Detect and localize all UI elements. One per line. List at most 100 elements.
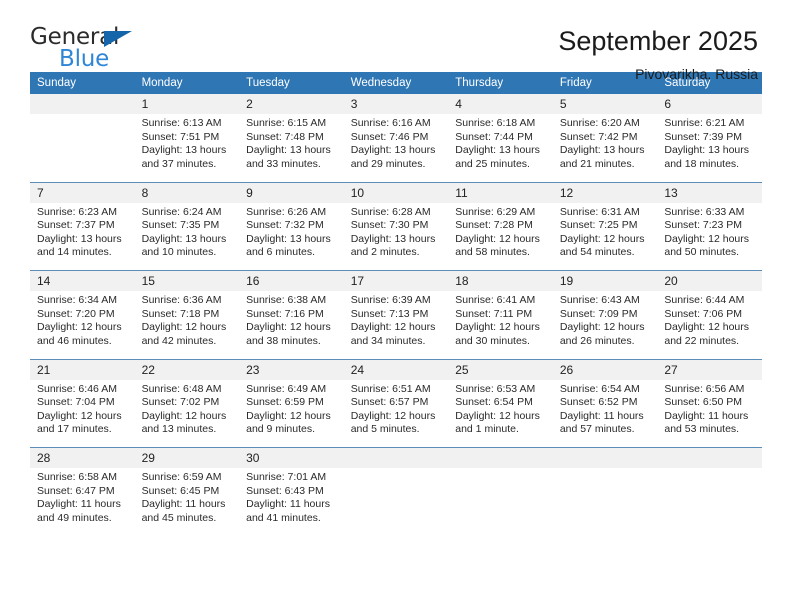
day-cell-30[interactable]: Sunrise: 7:01 AM Sunset: 6:43 PM Daylight:… bbox=[239, 468, 344, 536]
day-number-21[interactable]: 21 bbox=[30, 358, 135, 380]
day-number-7[interactable]: 7 bbox=[30, 181, 135, 203]
day-sunrise-line: Sunrise: 6:16 AM bbox=[350, 117, 431, 129]
day-sunrise-line: Sunrise: 6:36 AM bbox=[141, 294, 222, 306]
day-daylight-line: Daylight: 12 hours bbox=[664, 232, 750, 245]
day-number-25[interactable]: 25 bbox=[448, 358, 553, 380]
day-cell-2[interactable]: Sunrise: 6:15 AM Sunset: 7:48 PM Daylight:… bbox=[239, 114, 344, 182]
day-number-14[interactable]: 14 bbox=[30, 270, 135, 291]
day-cell-4[interactable]: Sunrise: 6:18 AM Sunset: 7:44 PM Daylight:… bbox=[448, 114, 553, 182]
day-cell-12[interactable]: Sunrise: 6:31 AM Sunset: 7:25 PM Daylight:… bbox=[552, 202, 658, 271]
day-sunset-line: Sunset: 7:16 PM bbox=[246, 307, 324, 320]
day-cell-24[interactable]: Sunrise: 6:51 AM Sunset: 6:57 PM Daylight:… bbox=[343, 379, 449, 448]
day-cell-20[interactable]: Sunrise: 6:44 AM Sunset: 7:06 PM Daylight:… bbox=[657, 291, 762, 359]
week-daynumber-row: 14 15 16 17 18 19 20 bbox=[30, 270, 762, 291]
day-cell-18[interactable]: Sunrise: 6:41 AM Sunset: 7:11 PM Daylight:… bbox=[448, 291, 553, 359]
day-number-24[interactable]: 24 bbox=[343, 358, 449, 380]
day-cell-10[interactable]: Sunrise: 6:28 AM Sunset: 7:30 PM Daylight:… bbox=[343, 202, 449, 271]
day-number-2[interactable]: 2 bbox=[239, 94, 344, 114]
day-sunrise-line: Sunrise: 6:24 AM bbox=[141, 205, 222, 218]
logo-text-blue: Blue bbox=[59, 46, 110, 72]
day-sunset-line: Sunset: 6:50 PM bbox=[664, 396, 743, 408]
day-sunrise-line: Sunrise: 6:23 AM bbox=[37, 205, 117, 218]
day-daylight-line: Daylight: 11 hours bbox=[246, 498, 330, 510]
day-number-5[interactable]: 5 bbox=[552, 94, 658, 114]
day-cell-27[interactable]: Sunrise: 6:56 AM Sunset: 6:50 PM Daylight:… bbox=[657, 379, 762, 448]
general-blue-logo[interactable]: General Blue bbox=[30, 26, 142, 74]
day-sunset-line: Sunset: 7:32 PM bbox=[246, 219, 324, 231]
day-cell-25[interactable]: Sunrise: 6:53 AM Sunset: 6:54 PM Daylight:… bbox=[448, 379, 553, 448]
day-number-17[interactable]: 17 bbox=[343, 270, 449, 291]
day-number-9[interactable]: 9 bbox=[239, 181, 344, 203]
day-sunset-line: Sunset: 6:52 PM bbox=[559, 396, 638, 408]
day-daylight-line: Daylight: 11 hours bbox=[141, 498, 226, 510]
day-number-26[interactable]: 26 bbox=[552, 358, 658, 380]
day-sunset-line: Sunset: 7:25 PM bbox=[559, 219, 638, 231]
day-number-empty bbox=[552, 447, 658, 468]
day-number-27[interactable]: 27 bbox=[657, 358, 762, 380]
week-daynumber-row: 7 8 9 10 11 12 13 bbox=[30, 181, 762, 203]
day-number-16[interactable]: 16 bbox=[239, 270, 344, 291]
day-number-10[interactable]: 10 bbox=[343, 181, 449, 203]
day-cell-9[interactable]: Sunrise: 6:26 AM Sunset: 7:32 PM Daylight:… bbox=[239, 202, 344, 271]
day-number-1[interactable]: 1 bbox=[134, 94, 240, 114]
day-cell-14[interactable]: Sunrise: 6:34 AM Sunset: 7:20 PM Daylight:… bbox=[30, 291, 135, 359]
day-number-18[interactable]: 18 bbox=[448, 270, 553, 291]
day-number-15[interactable]: 15 bbox=[134, 270, 240, 291]
day-cell-26[interactable]: Sunrise: 6:54 AM Sunset: 6:52 PM Daylight:… bbox=[552, 379, 658, 448]
day-number-20[interactable]: 20 bbox=[657, 270, 762, 291]
day-sunrise-line: Sunrise: 6:49 AM bbox=[246, 382, 327, 395]
day-cell-3[interactable]: Sunrise: 6:16 AM Sunset: 7:46 PM Daylight:… bbox=[343, 114, 449, 182]
day-number-4[interactable]: 4 bbox=[448, 94, 553, 114]
day-sunset-line: Sunset: 7:46 PM bbox=[350, 130, 429, 143]
day-daylight-line: Daylight: 12 hours bbox=[37, 409, 122, 422]
day-daylight-line: Daylight: 12 hours bbox=[141, 321, 227, 333]
day-cell-17[interactable]: Sunrise: 6:39 AM Sunset: 7:13 PM Daylight:… bbox=[343, 291, 449, 359]
day-cell-11[interactable]: Sunrise: 6:29 AM Sunset: 7:28 PM Daylight:… bbox=[448, 202, 553, 271]
week-details-row: Sunrise: 6:46 AM Sunset: 7:04 PM Daylight:… bbox=[30, 379, 762, 448]
day-cell-21[interactable]: Sunrise: 6:46 AM Sunset: 7:04 PM Daylight:… bbox=[30, 379, 135, 448]
day-number-8[interactable]: 8 bbox=[134, 181, 240, 203]
day-daylight-line: and 42 minutes. bbox=[141, 334, 217, 347]
day-daylight-line: and 54 minutes. bbox=[559, 246, 635, 258]
day-daylight-line: Daylight: 12 hours bbox=[559, 232, 645, 245]
day-sunrise-line: Sunrise: 6:54 AM bbox=[559, 382, 640, 395]
day-sunset-line: Sunset: 7:30 PM bbox=[350, 219, 429, 231]
day-number-22[interactable]: 22 bbox=[134, 358, 240, 380]
day-number-3[interactable]: 3 bbox=[343, 94, 449, 114]
day-number-12[interactable]: 12 bbox=[552, 181, 658, 203]
day-sunset-line: Sunset: 7:44 PM bbox=[455, 130, 533, 143]
day-cell-5[interactable]: Sunrise: 6:20 AM Sunset: 7:42 PM Daylight:… bbox=[552, 114, 658, 182]
day-cell-1[interactable]: Sunrise: 6:13 AM Sunset: 7:51 PM Daylight:… bbox=[134, 114, 240, 182]
day-number-28[interactable]: 28 bbox=[30, 447, 135, 468]
day-daylight-line: Daylight: 13 hours bbox=[246, 232, 331, 245]
day-cell-15[interactable]: Sunrise: 6:36 AM Sunset: 7:18 PM Daylight:… bbox=[134, 291, 240, 359]
day-cell-23[interactable]: Sunrise: 6:49 AM Sunset: 6:59 PM Daylight:… bbox=[239, 379, 344, 448]
day-daylight-line: and 29 minutes. bbox=[350, 157, 426, 170]
day-number-30[interactable]: 30 bbox=[239, 447, 344, 468]
day-sunset-line: Sunset: 7:20 PM bbox=[37, 307, 115, 320]
day-cell-7[interactable]: Sunrise: 6:23 AM Sunset: 7:37 PM Daylight:… bbox=[30, 202, 135, 271]
day-cell-28[interactable]: Sunrise: 6:58 AM Sunset: 6:47 PM Daylight:… bbox=[30, 468, 135, 536]
weekday-header-sunday: Sunday bbox=[30, 72, 135, 94]
day-cell-29[interactable]: Sunrise: 6:59 AM Sunset: 6:45 PM Daylight:… bbox=[134, 468, 240, 536]
day-number-19[interactable]: 19 bbox=[552, 270, 658, 291]
day-sunrise-line: Sunrise: 6:43 AM bbox=[559, 294, 640, 306]
day-daylight-line: Daylight: 12 hours bbox=[350, 409, 436, 422]
day-cell-16[interactable]: Sunrise: 6:38 AM Sunset: 7:16 PM Daylight:… bbox=[239, 291, 344, 359]
day-number-13[interactable]: 13 bbox=[657, 181, 762, 203]
day-cell-22[interactable]: Sunrise: 6:48 AM Sunset: 7:02 PM Daylight:… bbox=[134, 379, 240, 448]
day-sunset-line: Sunset: 6:57 PM bbox=[350, 396, 429, 408]
day-cell-6[interactable]: Sunrise: 6:21 AM Sunset: 7:39 PM Daylight:… bbox=[657, 114, 762, 182]
day-daylight-line: Daylight: 13 hours bbox=[350, 144, 436, 156]
day-sunrise-line: Sunrise: 6:53 AM bbox=[455, 382, 536, 395]
day-daylight-line: Daylight: 13 hours bbox=[455, 144, 540, 156]
day-number-29[interactable]: 29 bbox=[134, 447, 240, 468]
day-number-6[interactable]: 6 bbox=[657, 94, 762, 114]
day-cell-19[interactable]: Sunrise: 6:43 AM Sunset: 7:09 PM Daylight:… bbox=[552, 291, 658, 359]
day-cell-empty bbox=[343, 468, 449, 536]
day-sunset-line: Sunset: 6:43 PM bbox=[246, 484, 324, 497]
day-number-11[interactable]: 11 bbox=[448, 181, 553, 203]
day-cell-13[interactable]: Sunrise: 6:33 AM Sunset: 7:23 PM Daylight:… bbox=[657, 202, 762, 271]
day-cell-8[interactable]: Sunrise: 6:24 AM Sunset: 7:35 PM Daylight:… bbox=[134, 202, 240, 271]
day-number-23[interactable]: 23 bbox=[239, 358, 344, 380]
